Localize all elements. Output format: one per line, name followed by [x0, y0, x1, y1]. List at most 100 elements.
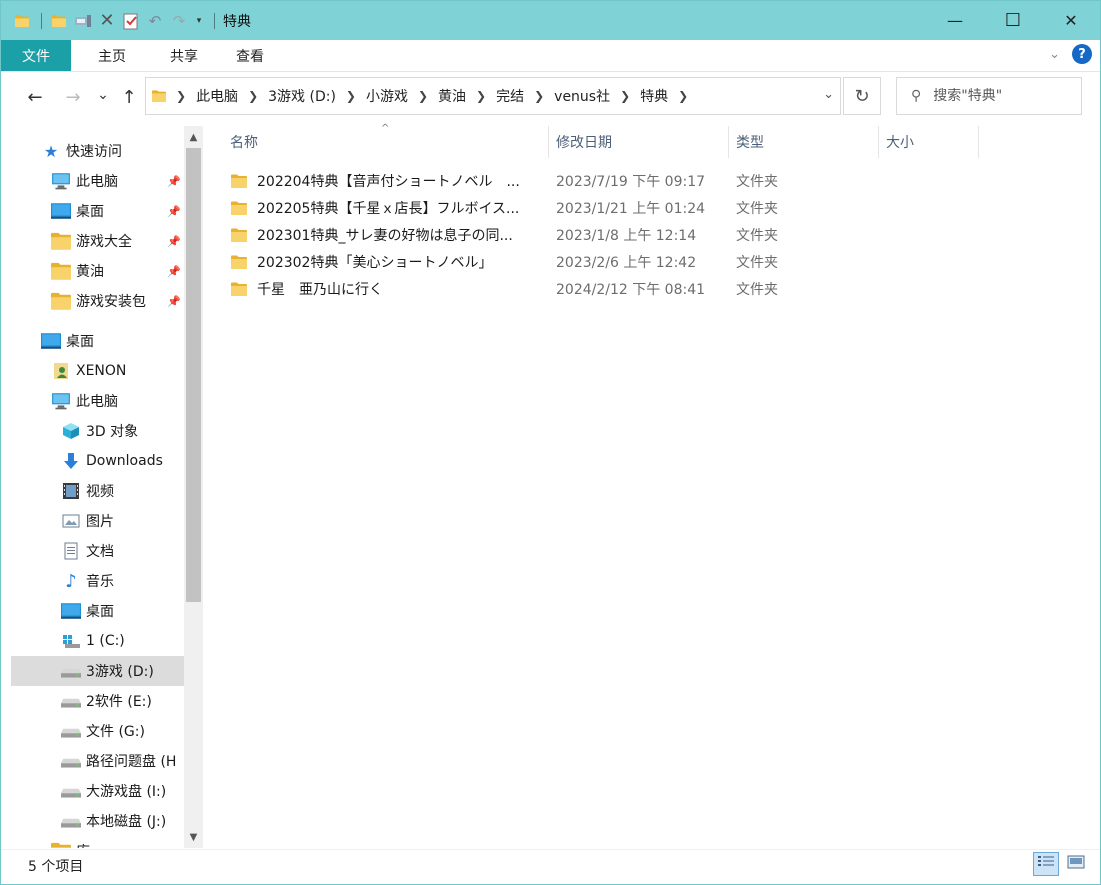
scroll-down-icon[interactable]: ▼: [184, 828, 203, 846]
undo-icon[interactable]: ↶: [144, 9, 166, 33]
nav-item-drive-e[interactable]: 2软件 (E:): [61, 686, 152, 716]
chevron-right-icon[interactable]: ❯: [170, 89, 192, 103]
nav-item-libraries[interactable]: 库: [51, 836, 90, 848]
address-dropdown-icon[interactable]: ⌄: [823, 87, 834, 102]
nav-item-user[interactable]: XENON: [51, 356, 126, 386]
nav-item-videos[interactable]: 视频: [61, 476, 114, 506]
folder-icon: [231, 255, 247, 269]
breadcrumb-item[interactable]: venus社: [550, 86, 614, 106]
drive-icon: [61, 692, 81, 710]
column-header-size[interactable]: 大小: [879, 126, 978, 158]
search-input[interactable]: [933, 88, 1064, 104]
nav-item-huangyou-pinned[interactable]: 黄油 📌: [51, 256, 185, 286]
close-button[interactable]: ✕: [1042, 1, 1100, 40]
chevron-right-icon[interactable]: ❯: [672, 89, 694, 103]
refresh-button[interactable]: ↻: [843, 77, 881, 115]
nav-item-games-pinned[interactable]: 游戏大全 📌: [51, 226, 185, 256]
file-row[interactable]: 202204特典【音声付ショートノベル ... 2023/7/19 下午 09:…: [215, 167, 995, 194]
file-row[interactable]: 202301特典_サレ妻の好物は息子の同... 2023/1/8 上午 12:1…: [215, 221, 995, 248]
breadcrumb-item[interactable]: 黄油: [434, 86, 470, 106]
tab-file[interactable]: 文件: [1, 40, 71, 71]
nav-item-desktop-pinned[interactable]: 桌面 📌: [51, 196, 185, 226]
tab-home[interactable]: 主页: [79, 40, 145, 71]
desktop-icon: [41, 332, 61, 350]
breadcrumb-item[interactable]: 完结: [492, 86, 528, 106]
properties-icon[interactable]: [72, 9, 94, 33]
chevron-right-icon[interactable]: ❯: [470, 89, 492, 103]
tab-share[interactable]: 共享: [151, 40, 217, 71]
music-icon: ♪: [65, 570, 77, 592]
chevron-right-icon[interactable]: ❯: [614, 89, 636, 103]
pin-icon[interactable]: 📌: [167, 265, 181, 278]
nav-desktop-root[interactable]: 桌面: [41, 326, 94, 356]
file-date: 2023/7/19 下午 09:17: [556, 173, 706, 190]
chevron-right-icon[interactable]: ❯: [242, 89, 264, 103]
file-name-cell: 202204特典【音声付ショートノベル ...: [231, 167, 549, 194]
nav-quick-access[interactable]: ★ 快速访问: [41, 136, 122, 166]
nav-item-drive-h[interactable]: 路径问题盘 (H: [61, 746, 176, 776]
nav-item-drive-d[interactable]: 3游戏 (D:): [11, 656, 184, 686]
nav-item-desktop[interactable]: 桌面: [61, 596, 114, 626]
file-row[interactable]: 202302特典「美心ショートノベル」 2023/2/6 上午 12:42 文件…: [215, 248, 995, 275]
customize-dropdown-icon[interactable]: ▾: [192, 9, 206, 33]
breadcrumb-item[interactable]: 小游戏: [362, 86, 412, 106]
chevron-right-icon[interactable]: ❯: [340, 89, 362, 103]
up-button[interactable]: ↑: [117, 85, 141, 109]
folder-icon: [231, 228, 247, 242]
nav-item-drive-j[interactable]: 本地磁盘 (J:): [61, 806, 166, 836]
help-icon[interactable]: ?: [1072, 44, 1092, 64]
breadcrumb-item[interactable]: 此电脑: [192, 86, 242, 106]
maximize-button[interactable]: ☐: [984, 1, 1042, 40]
nav-item-installers-pinned[interactable]: 游戏安装包 📌: [51, 286, 185, 316]
recent-locations-button[interactable]: ⌄: [91, 83, 115, 107]
window-title: 特典: [223, 13, 251, 30]
nav-item-3d-objects[interactable]: 3D 对象: [61, 416, 138, 446]
desktop-icon: [51, 202, 71, 220]
app-folder-icon[interactable]: [11, 9, 33, 33]
column-header-name[interactable]: 名称: [223, 126, 547, 158]
nav-item-documents[interactable]: 文档: [61, 536, 114, 566]
ribbon-expand-icon[interactable]: ⌄: [1049, 47, 1060, 62]
address-bar[interactable]: ❯ 此电脑 ❯ 3游戏 (D:) ❯ 小游戏 ❯ 黄油 ❯ 完结 ❯ venus…: [145, 77, 841, 115]
breadcrumb-item[interactable]: 特典: [636, 86, 672, 106]
scroll-up-icon[interactable]: ▲: [184, 128, 203, 146]
new-folder-icon[interactable]: [48, 9, 70, 33]
checklist-icon[interactable]: [120, 9, 142, 33]
nav-item-pictures[interactable]: 图片: [61, 506, 114, 536]
nav-item-music[interactable]: ♪ 音乐: [61, 566, 114, 596]
nav-item-drive-c[interactable]: 1 (C:): [61, 626, 125, 656]
back-button[interactable]: ←: [23, 85, 47, 109]
file-row[interactable]: 202205特典【千星ｘ店長】フルボイス... 2023/1/21 上午 01:…: [215, 194, 995, 221]
nav-item-downloads[interactable]: Downloads: [61, 446, 163, 476]
chevron-right-icon[interactable]: ❯: [412, 89, 434, 103]
column-header-type[interactable]: 类型: [729, 126, 878, 158]
pin-icon[interactable]: 📌: [167, 175, 181, 188]
redo-icon[interactable]: ↷: [168, 9, 190, 33]
minimize-button[interactable]: —: [926, 1, 984, 40]
pin-icon[interactable]: 📌: [167, 235, 181, 248]
nav-item-this-pc-pinned[interactable]: 此电脑 📌: [51, 166, 185, 196]
nav-item-this-pc[interactable]: 此电脑: [51, 386, 118, 416]
nav-label: 文件 (G:): [86, 724, 145, 740]
large-icons-view-button[interactable]: [1063, 852, 1089, 876]
folder-icon: [231, 174, 247, 188]
nav-item-drive-i[interactable]: 大游戏盘 (I:): [61, 776, 166, 806]
delete-icon[interactable]: ✕: [96, 9, 118, 33]
pin-icon[interactable]: 📌: [167, 205, 181, 218]
details-view-button[interactable]: [1033, 852, 1059, 876]
nav-scrollbar[interactable]: ▲ ▼: [184, 126, 203, 848]
nav-item-drive-g[interactable]: 文件 (G:): [61, 716, 145, 746]
column-header-date[interactable]: 修改日期: [549, 126, 728, 158]
scroll-thumb[interactable]: [186, 148, 201, 602]
pin-icon[interactable]: 📌: [167, 295, 181, 308]
file-name-cell: 202301特典_サレ妻の好物は息子の同...: [231, 221, 549, 248]
file-row[interactable]: 千星 亜乃山に行く 2024/2/12 下午 08:41 文件夹: [215, 275, 995, 302]
nav-label: 快速访问: [66, 144, 122, 160]
search-box[interactable]: ⚲: [896, 77, 1082, 115]
forward-button[interactable]: →: [61, 85, 85, 109]
breadcrumb-item[interactable]: 3游戏 (D:): [264, 86, 340, 106]
chevron-right-icon[interactable]: ❯: [528, 89, 550, 103]
column-divider[interactable]: [978, 126, 979, 158]
nav-label: 此电脑: [76, 174, 118, 190]
tab-view[interactable]: 查看: [217, 40, 283, 71]
